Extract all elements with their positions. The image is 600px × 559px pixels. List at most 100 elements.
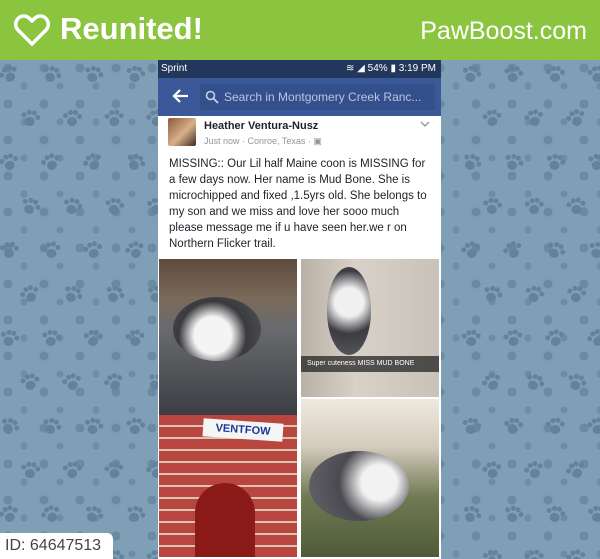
paw-print-icon [587, 153, 600, 173]
site-name[interactable]: PawBoost.com [420, 17, 587, 46]
paw-print-icon [460, 240, 483, 263]
paw-print-icon [524, 197, 544, 217]
paw-print-icon [461, 329, 481, 349]
paw-print-icon [482, 197, 503, 216]
paw-print-icon [503, 65, 524, 85]
paw-print-icon [523, 108, 545, 130]
paw-print-icon [103, 460, 124, 481]
paw-print-icon [545, 65, 565, 84]
paw-print-icon [459, 503, 483, 527]
paw-print-icon [124, 504, 147, 527]
cat-shape [327, 267, 371, 355]
paw-print-icon [125, 417, 146, 437]
author-avatar[interactable] [168, 118, 196, 146]
paw-print-icon [41, 241, 62, 262]
search-icon [205, 90, 219, 104]
back-arrow-icon[interactable] [172, 87, 190, 105]
paw-print-icon [18, 283, 42, 307]
paw-print-icon [564, 459, 588, 483]
heart-icon [14, 14, 50, 46]
battery-icon: ▮ [390, 63, 396, 74]
fireplace-sign: VENTFOW [202, 418, 284, 442]
carrier-label: Sprint [161, 63, 188, 74]
paw-print-icon [501, 151, 525, 174]
cat-shape [173, 297, 261, 361]
listing-id-badge: ID: 64647513 [0, 533, 113, 559]
paw-print-icon [83, 329, 103, 349]
paw-print-icon [104, 109, 124, 129]
paw-print-icon [588, 505, 600, 525]
cat-shape [309, 451, 409, 521]
paw-print-icon [104, 197, 125, 217]
post-author[interactable]: Heather Ventura-Nusz [204, 120, 318, 132]
paw-print-icon [522, 459, 545, 482]
paw-print-icon [39, 151, 63, 175]
paw-print-icon [102, 283, 126, 306]
paw-print-icon [566, 197, 587, 218]
paw-print-icon [545, 417, 565, 437]
paw-print-icon [63, 110, 82, 128]
paw-print-icon [585, 239, 600, 262]
clock: 3:19 PM [398, 63, 436, 74]
paw-print-icon [481, 460, 503, 482]
phone-screenshot: Sprint ≋ ◢ 54% ▮ 3:19 PM Search in Montg… [158, 60, 441, 559]
paw-print-icon [0, 63, 21, 88]
paw-print-icon [18, 195, 42, 218]
paw-print-icon [482, 109, 503, 130]
facebook-post: Heather Ventura-Nusz Just now · Conroe, … [158, 116, 441, 559]
paw-print-icon [39, 63, 63, 87]
paw-print-icon [565, 548, 587, 559]
post-photo-cat-by-wall[interactable]: Super cuteness MISS MUD BONE [301, 259, 439, 397]
paw-print-icon [483, 550, 502, 559]
paw-print-icon [61, 372, 84, 395]
paw-print-icon [82, 240, 104, 262]
paw-print-icon [522, 371, 546, 395]
paw-print-icon [502, 328, 523, 349]
paw-print-icon [82, 64, 104, 86]
paw-print-icon [523, 284, 545, 305]
paw-print-icon [0, 328, 20, 349]
paw-print-icon [585, 327, 600, 351]
paw-print-icon [461, 417, 482, 438]
paw-print-icon [544, 328, 567, 351]
paw-print-icon [125, 65, 146, 86]
paw-print-icon [19, 372, 40, 393]
group-search-box[interactable]: Search in Montgomery Creek Ranc... [200, 84, 435, 110]
paw-print-icon [20, 109, 41, 129]
paw-print-icon [586, 416, 600, 437]
paw-print-icon [0, 152, 20, 174]
paw-print-icon [564, 107, 588, 131]
paw-print-icon [566, 285, 587, 304]
paw-print-icon [565, 372, 588, 395]
paw-print-icon [61, 196, 83, 218]
paw-print-icon [62, 461, 82, 480]
paw-print-icon [21, 461, 41, 481]
signal-icon: ◢ [357, 63, 365, 74]
paw-print-icon [0, 241, 19, 261]
paw-print-icon [0, 503, 21, 526]
paw-print-icon [480, 371, 504, 395]
post-photo-cat-on-couch[interactable] [301, 399, 439, 557]
post-meta: Just now · Conroe, Texas · ▣ [204, 136, 322, 147]
reunited-title: Reunited! [60, 11, 203, 46]
paw-print-icon [543, 239, 567, 263]
paw-print-icon [81, 151, 106, 176]
paw-print-icon [501, 239, 525, 263]
battery-percent: 54% [367, 63, 388, 74]
facebook-app-bar: Search in Montgomery Creek Ranc... [158, 78, 441, 116]
paw-print-icon [39, 503, 63, 527]
post-photo-cat-on-scratcher[interactable] [159, 259, 297, 415]
paw-print-icon [502, 504, 524, 526]
search-placeholder: Search in Montgomery Creek Ranc... [224, 90, 422, 104]
status-bar: Sprint ≋ ◢ 54% ▮ 3:19 PM [158, 60, 441, 78]
paw-print-icon [0, 415, 21, 439]
globe-icon: ▣ [313, 136, 322, 146]
paw-print-icon [459, 151, 483, 175]
status-right: ≋ ◢ 54% ▮ 3:19 PM [346, 63, 436, 74]
chevron-down-icon[interactable] [420, 121, 430, 127]
post-photo-brick-fireplace[interactable]: VENTFOW [159, 415, 297, 557]
paw-print-icon [504, 417, 524, 437]
paw-print-icon [123, 151, 147, 175]
paw-print-icon [544, 152, 566, 174]
paw-print-icon [60, 283, 84, 307]
